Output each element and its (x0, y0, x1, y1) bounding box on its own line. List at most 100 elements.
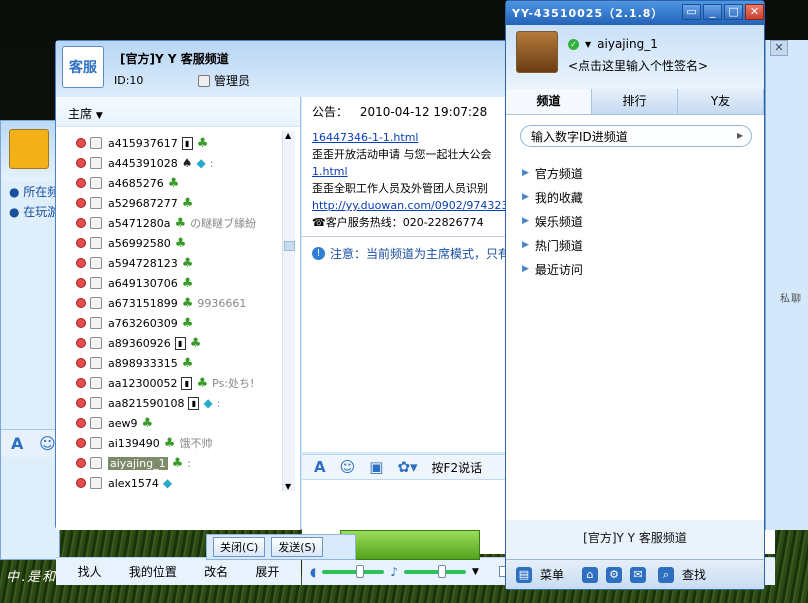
maximize-button[interactable]: □ (724, 4, 743, 20)
user-list-scrollbar[interactable]: ▲ ▼ (282, 131, 295, 491)
close-button[interactable]: 关闭(C) (213, 537, 265, 557)
leaf-badge-icon: ♣ (182, 356, 194, 371)
search-icon[interactable]: ⌕ (658, 567, 674, 583)
yy-main-panel[interactable]: YY-43510025（2.1.8） ▭ _ □ ✕ ✓ ▼ aiyajing_… (505, 0, 765, 590)
close-icon[interactable]: ✕ (770, 40, 788, 56)
background-chat-window[interactable]: ● 所在频 ● 在玩游 A ☺ (0, 120, 60, 560)
chevron-down-icon: ▼ (96, 111, 103, 121)
speaker-volume-slider[interactable] (322, 570, 384, 574)
avatar[interactable] (516, 31, 558, 73)
dark-badge-icon: ♠ (182, 156, 193, 170)
speaker-icon[interactable]: ◖ (310, 565, 316, 579)
leaf-badge-icon: ♣ (182, 196, 194, 211)
folder-recent[interactable]: ▶最近访问 (522, 257, 583, 281)
find-user-button[interactable]: 找人 (78, 563, 102, 580)
chevron-down-icon[interactable]: ▼ (472, 567, 479, 577)
my-position-button[interactable]: 我的位置 (129, 563, 177, 580)
tab-friends[interactable]: Y友 (678, 89, 764, 114)
user-row[interactable]: a56992580♣ (76, 233, 291, 253)
menu-icon[interactable]: ▤ (516, 567, 532, 583)
send-bar: 关闭(C) 发送(S) (206, 534, 356, 560)
user-row[interactable]: a673151899♣9936661 (76, 293, 291, 313)
leaf-badge-icon: ♣ (142, 416, 154, 431)
notice-line: 16447346-1-1.html (312, 129, 508, 146)
expand-button[interactable]: 展开 (255, 563, 279, 580)
home-icon[interactable]: ⌂ (582, 567, 598, 583)
message-icon[interactable]: ✉ (630, 567, 646, 583)
folder-hot[interactable]: ▶热门频道 (522, 233, 583, 257)
notice-body: 16447346-1-1.html歪歪开放活动申请 与您一起壮大公会1.html… (312, 129, 508, 231)
screenshot-icon[interactable]: ▣ (369, 458, 383, 476)
user-row[interactable]: aiyajing_1♣: (76, 453, 291, 473)
channel-id-input[interactable]: 输入数字ID进频道 (520, 125, 752, 147)
current-channel-link[interactable]: [官方]Y Y 客服频道 (506, 529, 764, 546)
scroll-down-icon[interactable]: ▼ (285, 482, 291, 491)
font-icon[interactable]: A (314, 458, 326, 476)
user-role-icon (90, 357, 102, 369)
scrollbar-thumb[interactable] (284, 241, 295, 251)
user-row[interactable]: a898933315♣ (76, 353, 291, 373)
search-button[interactable]: 查找 (682, 566, 706, 583)
user-row[interactable]: a529687277♣ (76, 193, 291, 213)
menu-button[interactable]: 菜单 (540, 566, 564, 583)
user-name-row: ✓ ▼ aiyajing_1 (568, 37, 658, 51)
user-role-icon (90, 437, 102, 449)
leaf-badge-icon: ♣ (168, 176, 180, 191)
close-button[interactable]: ✕ (745, 4, 764, 20)
chevron-down-icon[interactable]: ▼ (585, 40, 591, 49)
channel-id: ID:10 (114, 74, 143, 87)
font-icon[interactable]: A (11, 434, 23, 453)
status-icon (76, 338, 86, 348)
minimize-button[interactable]: _ (703, 4, 722, 20)
emoticon-icon[interactable]: ☺ (340, 458, 356, 476)
folder-favorites[interactable]: ▶我的收藏 (522, 185, 583, 209)
signature-field[interactable]: <点击这里输入个性签名> (568, 57, 708, 74)
emoticon-icon[interactable]: ☺ (39, 434, 56, 453)
user-row[interactable]: a89360926▮♣ (76, 333, 291, 353)
effects-icon[interactable]: ✿▾ (397, 458, 417, 476)
microphone-icon[interactable]: ♪ (390, 565, 398, 579)
user-row[interactable]: a763260309♣ (76, 313, 291, 333)
info-icon: ! (312, 247, 325, 260)
user-role-icon (90, 257, 102, 269)
gear-icon[interactable]: ⚙ (606, 567, 622, 583)
status-icon (76, 178, 86, 188)
user-row[interactable]: a649130706♣ (76, 273, 291, 293)
mic-volume-slider[interactable] (404, 570, 466, 574)
channel-logo: 客服 (62, 46, 104, 88)
user-row[interactable]: a445391028♠◆: (76, 153, 291, 173)
online-status-icon[interactable]: ✓ (568, 39, 579, 50)
user-row[interactable]: aa821590108▮◆: (76, 393, 291, 413)
send-button[interactable]: 发送(S) (271, 537, 323, 557)
skin-button[interactable]: ▭ (682, 4, 701, 20)
username: aiyajing_1 (597, 37, 658, 51)
folder-official[interactable]: ▶官方频道 (522, 161, 583, 185)
user-row[interactable]: a415937617▮♣ (76, 133, 291, 153)
tab-channels[interactable]: 频道 (506, 89, 592, 114)
system-note-text: 注意：当前频道为主席模式，只有 (330, 245, 510, 262)
mode-selector[interactable]: 主席 ▼ (56, 97, 300, 127)
user-row[interactable]: aa12300052▮♣Ps:处ち! (76, 373, 291, 393)
tab-ranking[interactable]: 排行 (592, 89, 678, 114)
user-name: a4685276 (108, 177, 164, 190)
rename-button[interactable]: 改名 (204, 563, 228, 580)
notice-link[interactable]: 1.html (312, 165, 348, 178)
notice-link[interactable]: 16447346-1-1.html (312, 131, 418, 144)
private-chat-label[interactable]: 私聊 (780, 290, 802, 305)
user-row[interactable]: alex1574◆ (76, 473, 291, 493)
scroll-up-icon[interactable]: ▲ (285, 131, 291, 140)
user-row[interactable]: aew9♣ (76, 413, 291, 433)
user-row[interactable]: a5471280a♣の瞇瞇ブ緣紛 (76, 213, 291, 233)
user-row[interactable]: a594728123♣ (76, 253, 291, 273)
folder-entertainment[interactable]: ▶娱乐频道 (522, 209, 583, 233)
game-banner[interactable] (340, 530, 480, 560)
user-name: aiyajing_1 (108, 457, 168, 470)
leaf-badge-icon: ♣ (190, 336, 202, 351)
notice-link[interactable]: http://yy.duowan.com/0902/974323 (312, 199, 508, 212)
bg-chat-toolbar: A ☺ (1, 429, 61, 457)
user-row[interactable]: ai139490♣饿不帅 (76, 433, 291, 453)
user-name: a89360926 (108, 337, 171, 350)
chevron-right-icon: ▶ (522, 240, 529, 250)
user-row[interactable]: a4685276 ♣ (76, 173, 291, 193)
dia-badge-icon: ◆ (163, 476, 172, 490)
